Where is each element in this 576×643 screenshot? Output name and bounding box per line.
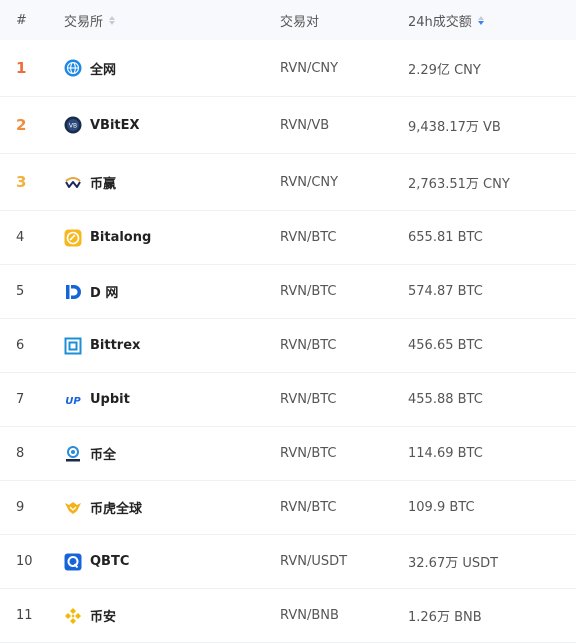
sort-desc-icon[interactable] [477, 15, 484, 25]
exchange-name[interactable]: 币虎全球 [90, 498, 142, 517]
svg-text:UP: UP [65, 396, 81, 407]
vbitex-logo-icon: VB [64, 116, 82, 134]
table-row[interactable]: 1 全网 RVN/CNY 2.29亿 CNY [0, 40, 576, 97]
exchange-name[interactable]: QBTC [90, 554, 129, 569]
svg-text:VB: VB [69, 123, 77, 130]
volume-value: 574.87 BTC [408, 284, 483, 299]
rank-number: 8 [16, 446, 25, 461]
table-row[interactable]: 4 Bitalong RVN/BTC 655.81 BTC [0, 211, 576, 265]
trading-pair: RVN/BTC [280, 338, 337, 353]
upbit-logo-icon: UP [64, 391, 82, 409]
table-header: # 交易所 交易对 24h成交额 [0, 0, 576, 40]
exchange-column-header[interactable]: 交易所 [64, 11, 280, 30]
volume-value: 109.9 BTC [408, 500, 475, 515]
volume-value: 456.65 BTC [408, 338, 483, 353]
volume-column-label: 24h成交额 [408, 14, 472, 30]
exchange-column-label: 交易所 [64, 14, 104, 30]
volume-value: 114.69 BTC [408, 446, 483, 461]
volume-value: 1.26万 BNB [408, 610, 482, 625]
rank-number: 3 [16, 173, 27, 191]
exchange-name[interactable]: VBitEX [90, 118, 140, 133]
table-row[interactable]: 10 QBTC RVN/USDT 32.67万 USDT [0, 535, 576, 589]
exchange-name[interactable]: 全网 [90, 59, 116, 78]
trading-pair: RVN/BTC [280, 392, 337, 407]
biying-logo-icon [64, 173, 82, 191]
rank-number: 6 [16, 338, 25, 353]
exchange-name[interactable]: Upbit [90, 392, 130, 407]
pair-column-header: 交易对 [280, 14, 320, 30]
volume-column-header[interactable]: 24h成交额 [408, 11, 576, 30]
trading-pair: RVN/BTC [280, 446, 337, 461]
exchange-ranking-table: # 交易所 交易对 24h成交额 1 全网 RVN/CNY 2.29亿 CNY … [0, 0, 576, 643]
volume-value: 655.81 BTC [408, 230, 483, 245]
table-row[interactable]: 5 D 网 RVN/BTC 574.87 BTC [0, 265, 576, 319]
rank-number: 4 [16, 230, 25, 245]
sort-icon[interactable] [109, 15, 116, 25]
rank-number: 5 [16, 284, 25, 299]
trading-pair: RVN/VB [280, 117, 330, 133]
trading-pair: RVN/CNY [280, 60, 339, 76]
rank-number: 9 [16, 500, 25, 515]
globe-icon [64, 59, 82, 77]
rank-number: 11 [16, 608, 33, 623]
table-row[interactable]: 7 UP Upbit RVN/BTC 455.88 BTC [0, 373, 576, 427]
trading-pair: RVN/BNB [280, 608, 339, 623]
exchange-name[interactable]: D 网 [90, 282, 118, 301]
volume-value: 2.29亿 CNY [408, 62, 481, 78]
volume-value: 455.88 BTC [408, 392, 483, 407]
rank-number: 1 [16, 59, 27, 77]
bihu-logo-icon [64, 499, 82, 517]
rank-number: 7 [16, 392, 25, 407]
dcoin-logo-icon [64, 283, 82, 301]
exchange-name[interactable]: 币安 [90, 606, 116, 625]
rank-number: 2 [16, 116, 27, 134]
exchange-name[interactable]: Bittrex [90, 338, 140, 353]
table-row[interactable]: 8 币全 RVN/BTC 114.69 BTC [0, 427, 576, 481]
exchange-name[interactable]: 币赢 [90, 173, 116, 192]
trading-pair: RVN/BTC [280, 230, 337, 245]
rank-number: 10 [16, 554, 33, 569]
bittrex-logo-icon [64, 337, 82, 355]
trading-pair: RVN/USDT [280, 554, 348, 569]
rank-column-header: # [16, 12, 27, 28]
volume-value: 32.67万 USDT [408, 556, 499, 571]
exchange-name[interactable]: 币全 [90, 444, 116, 463]
table-row[interactable]: 2 VB VBitEX RVN/VB 9,438.17万 VB [0, 97, 576, 154]
table-row[interactable]: 6 Bittrex RVN/BTC 456.65 BTC [0, 319, 576, 373]
trading-pair: RVN/CNY [280, 174, 339, 190]
table-row[interactable]: 9 币虎全球 RVN/BTC 109.9 BTC [0, 481, 576, 535]
volume-value: 2,763.51万 CNY [408, 176, 510, 192]
qbtc-logo-icon [64, 553, 82, 571]
bitalong-logo-icon [64, 229, 82, 247]
volume-value: 9,438.17万 VB [408, 119, 501, 135]
exchange-name[interactable]: Bitalong [90, 230, 151, 245]
trading-pair: RVN/BTC [280, 500, 337, 515]
trading-pair: RVN/BTC [280, 284, 337, 299]
table-row[interactable]: 3 币赢 RVN/CNY 2,763.51万 CNY [0, 154, 576, 211]
binance-logo-icon [64, 607, 82, 625]
coinall-logo-icon [64, 445, 82, 463]
